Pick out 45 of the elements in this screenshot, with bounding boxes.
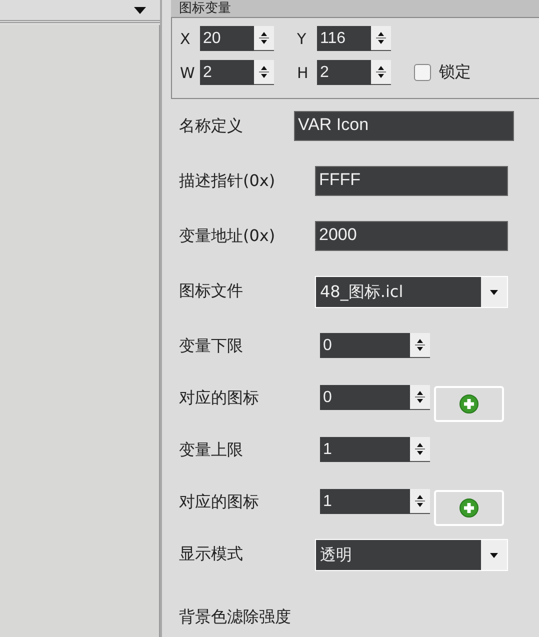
spin-field[interactable]: 2 — [200, 60, 254, 85]
spin-field[interactable]: 0 — [320, 333, 410, 358]
spin-arrows-icon[interactable] — [410, 489, 430, 514]
field-label: 变量地址(0x) — [179, 225, 276, 247]
spin-field[interactable]: 0 — [320, 385, 410, 410]
field-label: 对应的图标 — [179, 387, 260, 409]
spin-field[interactable]: 2 — [317, 60, 371, 85]
spin-field[interactable]: 1 — [320, 489, 410, 514]
add-button[interactable] — [434, 490, 504, 526]
coord-label: X — [180, 30, 192, 48]
field-label: 背景色滤除强度 — [179, 606, 292, 628]
spin-field[interactable]: 116 — [317, 26, 371, 51]
coord-label: Y — [297, 30, 308, 48]
lock-label: 锁定 — [439, 62, 471, 83]
coord-label: W — [180, 64, 196, 82]
combo-box[interactable]: 透明 — [315, 539, 508, 571]
field-label: 描述指针(0x) — [179, 170, 276, 192]
coord-label: H — [297, 64, 310, 82]
spin-arrows-icon[interactable] — [254, 26, 274, 51]
spin-field[interactable]: 1 — [320, 437, 410, 462]
text-field[interactable]: 2000 — [315, 221, 508, 251]
spin-arrows-icon[interactable] — [371, 26, 391, 51]
text-field[interactable]: FFFF — [315, 166, 508, 196]
spin-arrows-icon[interactable] — [371, 60, 391, 85]
spin-arrows-icon[interactable] — [254, 60, 274, 85]
group-title: 图标变量 — [171, 0, 539, 17]
spin-arrows-icon[interactable] — [410, 385, 430, 410]
spin-arrows-icon[interactable] — [410, 333, 430, 358]
text-field[interactable]: VAR Icon — [294, 111, 514, 141]
spin-field[interactable]: 20 — [200, 26, 254, 51]
spin-arrows-icon[interactable] — [410, 437, 430, 462]
field-label: 变量上限 — [179, 439, 244, 461]
plus-icon — [459, 498, 479, 518]
field-label: 名称定义 — [179, 115, 244, 137]
field-label: 变量下限 — [179, 335, 244, 357]
dropdown-arrow-icon — [490, 290, 498, 294]
plus-icon — [459, 394, 479, 414]
field-label: 图标文件 — [179, 280, 244, 302]
field-label: 对应的图标 — [179, 491, 260, 513]
dropdown-arrow-icon — [490, 552, 498, 558]
combo-box[interactable]: 48_图标.icl — [315, 276, 508, 308]
lock-checkbox[interactable] — [414, 64, 431, 81]
field-label: 显示模式 — [179, 543, 244, 565]
dropdown-arrow-icon — [134, 6, 146, 14]
add-button[interactable] — [434, 386, 504, 422]
